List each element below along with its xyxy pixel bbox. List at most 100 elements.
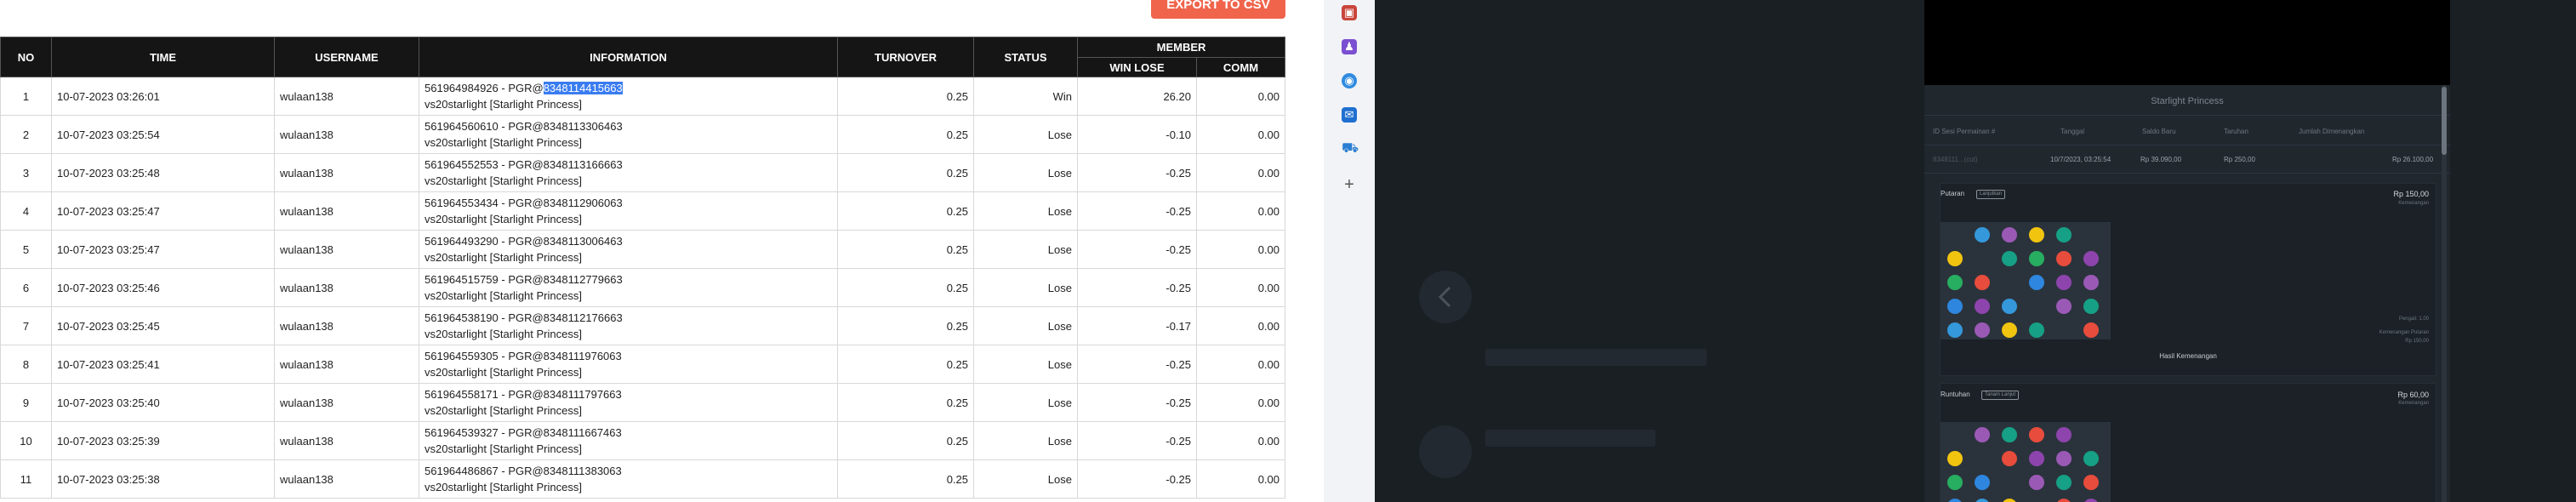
info-id: 561964539327 - PGR@8348111667463: [425, 426, 622, 439]
gem-symbol: [1947, 475, 1963, 490]
cell-turnover: 0.25: [837, 153, 974, 192]
cell-turnover: 0.25: [837, 345, 974, 384]
gem-symbol: [2083, 299, 2099, 314]
shopping-icon[interactable]: ⛟: [1342, 141, 1359, 157]
header-turnover[interactable]: TURNOVER: [837, 37, 974, 77]
gem-symbol: [2056, 427, 2072, 442]
cell-win-lose: -0.25: [1077, 153, 1197, 192]
gem-symbol: [2029, 227, 2044, 242]
info-id: 561964559305 - PGR@8348111976063: [425, 350, 622, 362]
table-row[interactable]: 3 10-07-2023 03:25:48 wulaan138 56196455255…: [0, 153, 1285, 192]
game-history-pane: Starlight Princess ID Sesi Permainan # T…: [1375, 0, 2576, 502]
info-line-1: 561964515759 - PGR@8348112779663: [425, 271, 832, 288]
person-icon[interactable]: ♟: [1342, 39, 1357, 54]
cell-win-lose: -0.25: [1077, 191, 1197, 231]
table-row[interactable]: 10 10-07-2023 03:25:39 wulaan138 5619645393…: [0, 421, 1285, 460]
gem-symbol: [2056, 499, 2072, 502]
cell-information: 561964486867 - PGR@8348111383063 vs20star…: [419, 459, 838, 499]
cell-status: Lose: [973, 191, 1078, 231]
table-row[interactable]: 2 10-07-2023 03:25:54 wulaan138 56196456061…: [0, 115, 1285, 154]
cell-no: 9: [0, 383, 52, 422]
cell-turnover: 0.25: [837, 306, 974, 345]
modal-scrollbar[interactable]: [2442, 85, 2447, 502]
cell-win-lose: -0.25: [1077, 345, 1197, 384]
cell-time: 10-07-2023 03:25:54: [51, 115, 275, 154]
copilot-icon[interactable]: ◉: [1342, 73, 1357, 88]
gem-symbol: [1947, 275, 1963, 290]
cell-no: 1: [0, 77, 52, 116]
info-game: vs20starlight [Starlight Princess]: [425, 366, 582, 379]
selected-text: 8348114415663: [543, 82, 623, 94]
transaction-table: NO TIME USERNAME INFORMATION TURNOVER ST…: [0, 37, 1285, 499]
gem-symbol: [1975, 499, 1990, 502]
cell-no: 8: [0, 345, 52, 384]
gem-symbol: [2029, 451, 2044, 466]
header-win-lose[interactable]: WIN LOSE: [1077, 57, 1197, 77]
gem-symbol: [1947, 499, 1963, 502]
header-information[interactable]: INFORMATION: [419, 37, 838, 77]
cell-time: 10-07-2023 03:25:47: [51, 230, 275, 269]
header-no[interactable]: NO: [0, 37, 52, 77]
gem-symbol: [1975, 299, 1990, 314]
header-username[interactable]: USERNAME: [274, 37, 419, 77]
bet-value: Rp 250,00: [2224, 156, 2255, 163]
win-result-label: Hasil Kemenangan: [2159, 352, 2217, 360]
export-csv-button[interactable]: EXPORT TO CSV: [1151, 0, 1285, 19]
game-detail-modal: Starlight Princess ID Sesi Permainan # T…: [1924, 0, 2450, 502]
cell-time: 10-07-2023 03:25:46: [51, 268, 275, 307]
modal-scrollbar-thumb[interactable]: [2442, 87, 2447, 155]
gem-symbol: [1975, 275, 1990, 290]
cell-turnover: 0.25: [837, 191, 974, 231]
header-comm[interactable]: COMM: [1196, 57, 1285, 77]
cell-win-lose: -0.17: [1077, 306, 1197, 345]
cell-information: 561964538190 - PGR@8348112176663 vs20star…: [419, 306, 838, 345]
table-row[interactable]: 6 10-07-2023 03:25:46 wulaan138 56196451575…: [0, 268, 1285, 307]
info-line-1: 561964559305 - PGR@8348111976063: [425, 348, 832, 364]
table-row[interactable]: 4 10-07-2023 03:25:47 wulaan138 56196455343…: [0, 191, 1285, 231]
spin-win-value: Rp 150,00: [2405, 339, 2429, 344]
reel-grid: [1941, 422, 2111, 502]
gem-symbol: [2029, 275, 2044, 290]
gem-symbol: [2056, 251, 2072, 266]
col-date: Tanggal: [2060, 128, 2085, 135]
gem-symbol: [2002, 299, 2017, 314]
gem-symbol: [2002, 227, 2017, 242]
cell-turnover: 0.25: [837, 230, 974, 269]
table-row[interactable]: 1 10-07-2023 03:26:01 wulaan138 56196498492…: [0, 77, 1285, 116]
info-line-1: 561964558171 - PGR@8348111797663: [425, 386, 832, 402]
cell-turnover: 0.25: [837, 421, 974, 460]
briefcase-icon[interactable]: ▣: [1342, 5, 1357, 20]
add-icon[interactable]: +: [1342, 176, 1357, 193]
back-icon[interactable]: [1419, 271, 1472, 323]
cell-time: 10-07-2023 03:25:45: [51, 306, 275, 345]
gem-symbol: [2083, 451, 2099, 466]
gem-symbol: [2029, 251, 2044, 266]
cell-username: wulaan138: [274, 345, 419, 384]
info-game: vs20starlight [Starlight Princess]: [425, 289, 582, 302]
table-row[interactable]: 5 10-07-2023 03:25:47 wulaan138 56196449329…: [0, 230, 1285, 269]
table-row[interactable]: 11 10-07-2023 03:25:38 wulaan138 5619644868…: [0, 459, 1285, 499]
header-status[interactable]: STATUS: [973, 37, 1078, 77]
spin-prize-sub: Kemenangan: [2398, 201, 2429, 206]
transaction-table-pane: EXPORT TO CSV NO TIME USERNAME INFORMATI…: [0, 0, 1293, 502]
info-game: vs20starlight [Starlight Princess]: [425, 481, 582, 493]
modal-title: Starlight Princess: [2151, 96, 2224, 106]
cell-comm: 0.00: [1196, 153, 1285, 192]
cell-username: wulaan138: [274, 191, 419, 231]
table-row[interactable]: 8 10-07-2023 03:25:41 wulaan138 56196455930…: [0, 345, 1285, 384]
cell-comm: 0.00: [1196, 115, 1285, 154]
cell-information: 561964553434 - PGR@8348112906063 vs20star…: [419, 191, 838, 231]
header-time[interactable]: TIME: [51, 37, 275, 77]
cell-turnover: 0.25: [837, 115, 974, 154]
cell-information: 561964560610 - PGR@8348113306463 vs20star…: [419, 115, 838, 154]
divider: [1924, 115, 2450, 116]
cell-win-lose: -0.25: [1077, 459, 1197, 499]
table-row[interactable]: 7 10-07-2023 03:25:45 wulaan138 56196453819…: [0, 306, 1285, 345]
outlook-icon[interactable]: ✉: [1342, 107, 1357, 123]
gem-symbol: [2002, 451, 2017, 466]
table-row[interactable]: 9 10-07-2023 03:25:40 wulaan138 56196455817…: [0, 383, 1285, 422]
cell-comm: 0.00: [1196, 191, 1285, 231]
cell-username: wulaan138: [274, 77, 419, 116]
info-line-1: 561964552553 - PGR@8348113166663: [425, 157, 832, 173]
cell-comm: 0.00: [1196, 345, 1285, 384]
